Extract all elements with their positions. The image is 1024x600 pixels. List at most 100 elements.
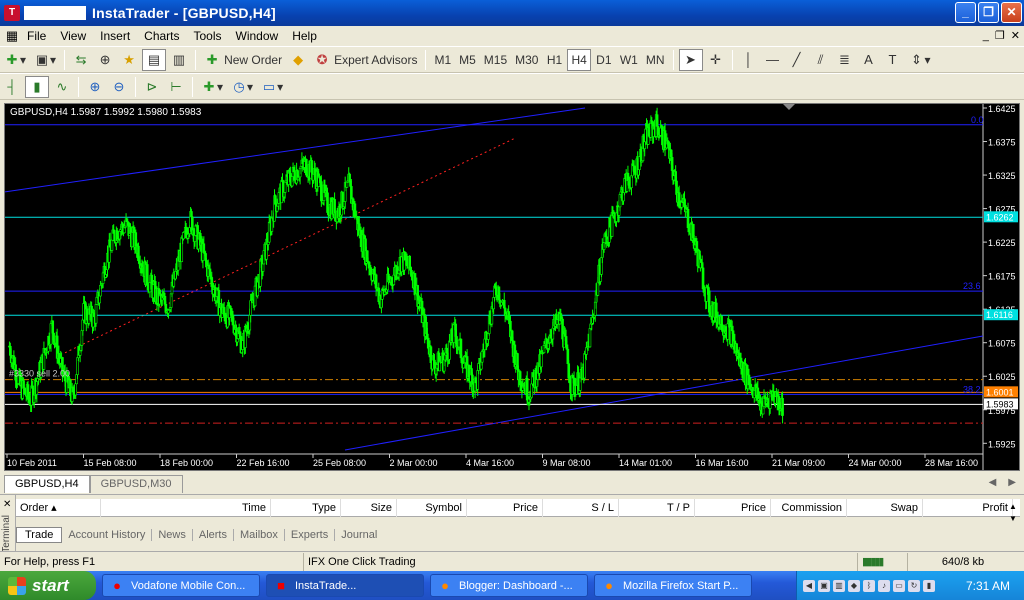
vertical-line-button[interactable]: │ xyxy=(738,49,760,71)
timeframe-m1[interactable]: M1 xyxy=(431,49,454,71)
chart-shift-button[interactable]: ⊢ xyxy=(165,76,187,98)
timeframe-m5[interactable]: M5 xyxy=(456,49,479,71)
strategy-tester-button[interactable]: ▥ xyxy=(168,49,190,71)
x-tick-label: 4 Mar 16:00 xyxy=(466,458,514,468)
indicators-button[interactable]: ✚ ▾ xyxy=(198,76,226,98)
fibonacci-button[interactable]: ≣ xyxy=(834,49,856,71)
mdi-restore-button[interactable]: ❐ xyxy=(995,26,1005,46)
chart-tab-gbpusd-h4[interactable]: GBPUSD,H4 xyxy=(4,475,90,493)
start-button[interactable]: start xyxy=(0,571,96,600)
tray-sync-icon[interactable]: ↻ xyxy=(908,579,920,592)
templates-button[interactable]: ▭ ▾ xyxy=(258,76,286,98)
col-price[interactable]: Price xyxy=(467,499,543,517)
zoom-out-button[interactable]: ⊖ xyxy=(108,76,130,98)
text-button[interactable]: A xyxy=(858,49,880,71)
candlestick-button[interactable]: ▮ xyxy=(25,75,49,98)
tab-account-history[interactable]: Account History xyxy=(62,529,153,541)
tray-volume-icon[interactable]: ♪ xyxy=(878,579,890,592)
menu-file[interactable]: File xyxy=(20,26,53,46)
col-symbol[interactable]: Symbol xyxy=(397,499,467,517)
zoom-in-button[interactable]: ⊕ xyxy=(84,76,106,98)
terminal-tabs: Trade Account History News Alerts Mailbo… xyxy=(16,525,383,545)
tray-security-icon[interactable]: ◆ xyxy=(848,579,860,592)
tab-journal[interactable]: Journal xyxy=(335,529,383,541)
col-sl[interactable]: S / L xyxy=(543,499,619,517)
col-profit[interactable]: Profit xyxy=(923,499,1013,517)
col-commission[interactable]: Commission xyxy=(771,499,847,517)
timeframe-mn[interactable]: MN xyxy=(643,49,668,71)
maximize-button[interactable]: ❐ xyxy=(978,2,999,23)
price-chart[interactable]: 1.64251.63751.63251.62751.62251.61751.61… xyxy=(4,103,1020,471)
y-tick-label: 1.6325 xyxy=(988,171,1016,181)
tab-mailbox[interactable]: Mailbox xyxy=(234,529,285,541)
data-window-button[interactable]: ⊕ xyxy=(94,49,116,71)
crosshair-button[interactable]: ✛ xyxy=(705,49,727,71)
tray-bluetooth-icon[interactable]: ᛒ xyxy=(863,579,875,592)
menu-window[interactable]: Window xyxy=(229,26,286,46)
metaeditor-button[interactable]: ◆ xyxy=(287,49,309,71)
trendline-icon: ╱ xyxy=(792,51,801,67)
market-watch-button[interactable]: ⇆ xyxy=(70,49,92,71)
auto-scroll-button[interactable]: ⊳ xyxy=(141,76,163,98)
close-button[interactable]: ✕ xyxy=(1001,2,1022,23)
tab-scroll-right-icon[interactable]: ▶ xyxy=(1008,477,1016,488)
chart-tab-gbpusd-m30[interactable]: GBPUSD,M30 xyxy=(89,475,183,493)
cursor-button[interactable]: ➤ xyxy=(678,48,703,71)
text-label-button[interactable]: T xyxy=(882,49,904,71)
periods-button[interactable]: ◷ ▾ xyxy=(228,76,256,98)
tray-network-icon[interactable]: ▥ xyxy=(833,579,845,592)
timeframe-h1[interactable]: H1 xyxy=(543,49,565,71)
timeframe-d1[interactable]: D1 xyxy=(593,49,615,71)
menu-insert[interactable]: Insert xyxy=(93,26,137,46)
tray-battery-icon[interactable]: ▮ xyxy=(923,579,935,592)
timeframe-h4[interactable]: H4 xyxy=(567,48,591,71)
task-blogger[interactable]: ● Blogger: Dashboard -... xyxy=(430,574,588,597)
mdi-close-button[interactable]: ✕ xyxy=(1011,26,1020,46)
col-type[interactable]: Type xyxy=(271,499,341,517)
new-order-button[interactable]: ✚ New Order xyxy=(201,49,285,71)
terminal-scrollbar[interactable]: ▲ ▼ xyxy=(1006,501,1020,525)
tab-news[interactable]: News xyxy=(152,529,193,541)
terminal-close-icon[interactable]: ✕ xyxy=(3,499,11,510)
timeframe-m15[interactable]: M15 xyxy=(481,49,510,71)
status-profile[interactable]: IFX One Click Trading xyxy=(304,552,858,571)
col-swap[interactable]: Swap xyxy=(847,499,923,517)
col-size[interactable]: Size xyxy=(341,499,397,517)
tray-expand-icon[interactable]: ◀ xyxy=(803,579,815,592)
expert-advisors-button[interactable]: ✪ Expert Advisors xyxy=(311,49,420,71)
arrows-button[interactable]: ⇕ ▾ xyxy=(906,49,934,71)
timeframe-w1[interactable]: W1 xyxy=(617,49,641,71)
tab-scroll-left-icon[interactable]: ◀ xyxy=(989,477,997,488)
col-tp[interactable]: T / P xyxy=(619,499,695,517)
menu-tools[interactable]: Tools xyxy=(187,26,229,46)
equidistant-channel-button[interactable]: ⫽ xyxy=(810,49,832,71)
col-current-price[interactable]: Price xyxy=(695,499,771,517)
col-time[interactable]: Time xyxy=(101,499,271,517)
standard-toolbar: ✚ ▾ ▣ ▾ ⇆ ⊕ ★ ▤ ▥ ✚ New Order ◆ ✪ Expert Adv… xyxy=(0,46,1024,73)
task-instatrader[interactable]: ■ InstaTrade... xyxy=(266,574,424,597)
col-order[interactable]: Order ▴ xyxy=(16,499,101,517)
mdi-minimize-button[interactable]: _ xyxy=(983,26,989,46)
tab-trade[interactable]: Trade xyxy=(16,527,63,543)
timeframe-m30[interactable]: M30 xyxy=(512,49,541,71)
menu-charts[interactable]: Charts xyxy=(137,26,186,46)
terminal-button[interactable]: ▤ xyxy=(142,48,167,71)
menu-help[interactable]: Help xyxy=(285,26,324,46)
tab-alerts[interactable]: Alerts xyxy=(193,529,234,541)
tray-app-icon[interactable]: ▣ xyxy=(818,579,830,592)
line-chart-button[interactable]: ∿ xyxy=(51,76,73,98)
tab-experts[interactable]: Experts xyxy=(285,529,336,541)
bar-chart-button[interactable]: ┤ xyxy=(1,76,23,98)
new-chart-button[interactable]: ✚ ▾ xyxy=(1,49,29,71)
profiles-button[interactable]: ▣ ▾ xyxy=(31,49,59,71)
horizontal-line-button[interactable]: — xyxy=(762,49,784,71)
fib-label-236: 23.6 xyxy=(963,281,981,291)
new-order-label: New Order xyxy=(224,52,283,67)
menu-view[interactable]: View xyxy=(53,26,93,46)
task-firefox[interactable]: ● Mozilla Firefox Start P... xyxy=(594,574,752,597)
minimize-button[interactable]: _ xyxy=(955,2,976,23)
task-vodafone[interactable]: ● Vodafone Mobile Con... xyxy=(102,574,260,597)
trendline-button[interactable]: ╱ xyxy=(786,49,808,71)
navigator-button[interactable]: ★ xyxy=(118,49,140,71)
tray-display-icon[interactable]: ▭ xyxy=(893,579,905,592)
